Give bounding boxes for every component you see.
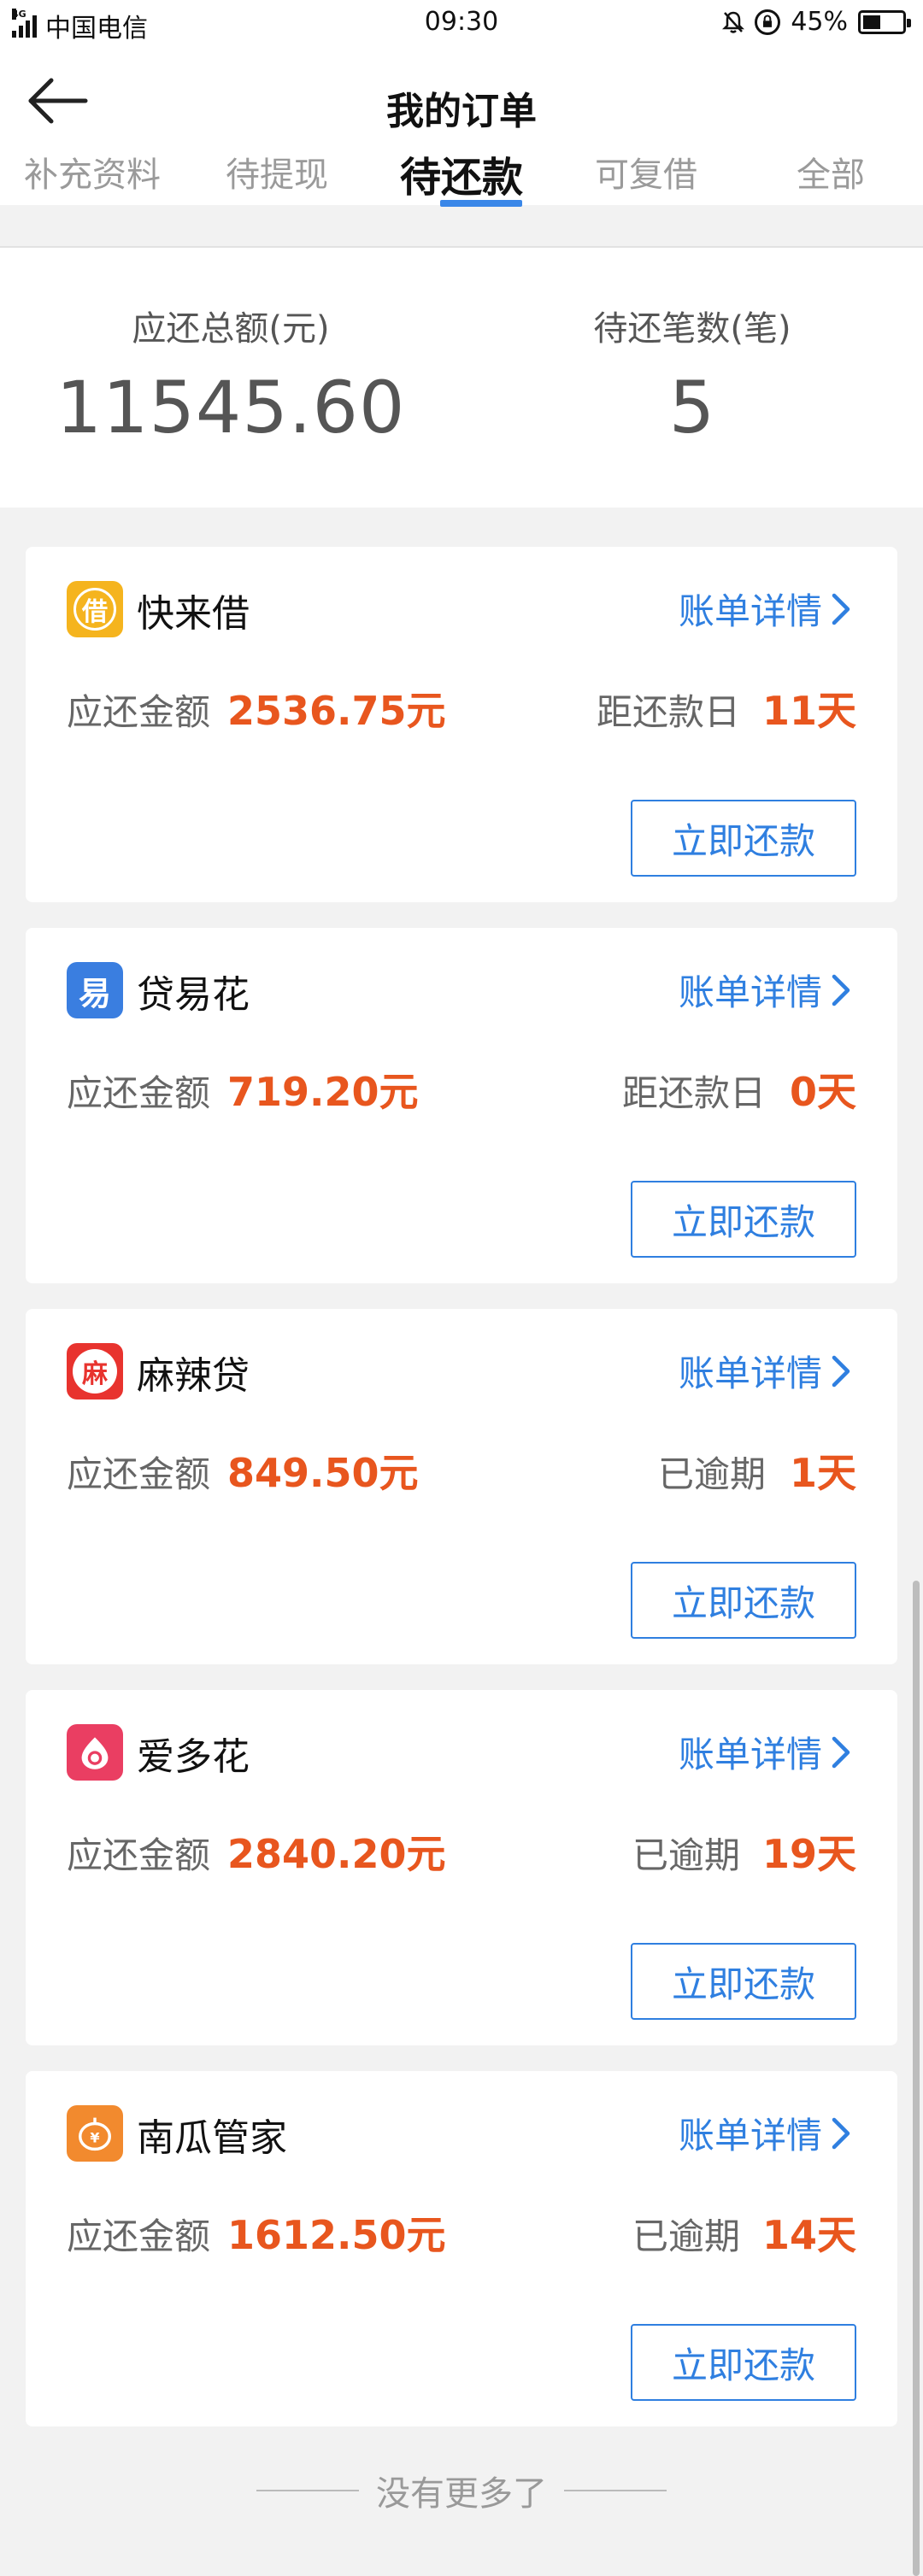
amount-due-value: 2840.20元 <box>227 1831 446 1877</box>
bill-detail-link[interactable]: 账单详情 <box>679 964 851 1016</box>
repay-now-button[interactable]: 立即还款 <box>631 2324 856 2401</box>
no-more-indicator: 没有更多了 <box>0 2466 923 2515</box>
pending-count-block: 待还笔数(笔) 5 <box>462 301 923 449</box>
battery-percent: 45% <box>791 7 848 37</box>
aiduohua-logo-icon <box>67 1724 123 1781</box>
bill-detail-link[interactable]: 账单详情 <box>679 1726 851 1778</box>
maladai-logo-icon: 麻 <box>67 1343 123 1399</box>
chevron-right-icon <box>832 593 850 625</box>
svg-text:¥: ¥ <box>90 2129 100 2145</box>
pending-count-value: 5 <box>668 366 716 449</box>
repay-now-button[interactable]: 立即还款 <box>631 1181 856 1258</box>
repay-now-button[interactable]: 立即还款 <box>631 1562 856 1639</box>
bill-detail-label: 账单详情 <box>678 1353 822 1394</box>
kuailaijie-logo-icon: 借 <box>67 581 123 637</box>
lender-name: 南瓜管家 <box>137 2116 287 2160</box>
amount-due-label: 应还金额 <box>67 691 211 733</box>
tab-reborrowable[interactable]: 可复借 <box>554 144 738 205</box>
due-status-label: 距还款日 <box>596 691 740 733</box>
divider-line <box>256 2490 359 2491</box>
chevron-right-icon <box>832 1736 850 1768</box>
tab-pending-repayment[interactable]: 待还款 <box>369 144 554 207</box>
total-due-value: 11545.60 <box>56 366 406 449</box>
due-status-value: 14天 <box>761 2212 856 2258</box>
due-status-label: 已逾期 <box>632 2215 740 2257</box>
amount-due-value: 2536.75元 <box>227 688 446 734</box>
chevron-right-icon <box>832 2117 850 2149</box>
tab-bar: 补充资料 待提现 待还款 可复借 全部 <box>0 144 923 207</box>
status-right: 45% <box>722 7 911 37</box>
total-due-block: 应还总额(元) 11545.60 <box>0 301 462 449</box>
divider-line <box>564 2490 667 2491</box>
bill-detail-label: 账单详情 <box>678 590 822 632</box>
lender-name: 爱多花 <box>137 1735 250 1779</box>
logo-char: 易 <box>78 974 111 1012</box>
no-more-text: 没有更多了 <box>376 2474 547 2514</box>
amount-due-value: 849.50元 <box>227 1450 419 1496</box>
amount-due-label: 应还金额 <box>67 1453 211 1495</box>
due-status-value: 19天 <box>761 1831 856 1877</box>
logo-char: 借 <box>73 588 116 631</box>
due-status-label: 已逾期 <box>657 1453 766 1495</box>
amount-due-label: 应还金额 <box>67 1834 211 1876</box>
lender-name: 快来借 <box>137 592 250 636</box>
bill-detail-label: 账单详情 <box>678 2115 822 2156</box>
scrollbar[interactable] <box>913 1581 920 2576</box>
repay-now-button[interactable]: 立即还款 <box>631 800 856 877</box>
bill-detail-label: 账单详情 <box>678 971 822 1013</box>
daiyihua-logo-icon: 易 <box>67 962 123 1018</box>
due-status-value: 1天 <box>789 1450 856 1496</box>
status-bar: 4G 中国电信 09:30 45% <box>0 0 923 50</box>
repayment-summary: 应还总额(元) 11545.60 待还笔数(笔) 5 <box>0 248 923 508</box>
order-card: 借 快来借 账单详情 应还金额 2536.75元 距还款日 11天 立即还款 <box>26 547 897 902</box>
tab-supplement-info[interactable]: 补充资料 <box>0 144 185 205</box>
page-title: 我的订单 <box>386 90 537 133</box>
order-card: 爱多花 账单详情 应还金额 2840.20元 已逾期 19天 立即还款 <box>26 1690 897 2045</box>
amount-due-value: 1612.50元 <box>227 2212 446 2258</box>
due-status-value: 0天 <box>789 1069 856 1115</box>
lender-name: 麻辣贷 <box>137 1354 250 1398</box>
tab-pending-withdrawal[interactable]: 待提现 <box>185 144 369 205</box>
chevron-right-icon <box>832 974 850 1006</box>
bill-detail-label: 账单详情 <box>678 1734 822 1775</box>
lender-name: 贷易花 <box>137 973 250 1017</box>
bell-muted-icon <box>722 11 745 33</box>
logo-char: 麻 <box>73 1349 117 1394</box>
order-card: ¥ 南瓜管家 账单详情 应还金额 1612.50元 已逾期 14天 立即还款 <box>26 2071 897 2426</box>
bill-detail-link[interactable]: 账单详情 <box>679 583 851 635</box>
order-card: 易 贷易花 账单详情 应还金额 719.20元 距还款日 0天 立即还款 <box>26 928 897 1283</box>
tab-all[interactable]: 全部 <box>738 144 923 205</box>
due-status-label: 已逾期 <box>632 1834 740 1876</box>
due-status-value: 11天 <box>761 688 856 734</box>
bill-detail-link[interactable]: 账单详情 <box>679 2107 851 2159</box>
header: 我的订单 补充资料 待提现 待还款 可复借 全部 <box>0 50 923 207</box>
nanguaguanjia-logo-icon: ¥ <box>67 2105 123 2162</box>
due-status-label: 距还款日 <box>621 1072 766 1114</box>
repay-now-button[interactable]: 立即还款 <box>631 1943 856 2020</box>
order-card: 麻 麻辣贷 账单详情 应还金额 849.50元 已逾期 1天 立即还款 <box>26 1309 897 1664</box>
pending-count-label: 待还笔数(笔) <box>593 309 791 349</box>
rotation-lock-icon <box>755 9 781 35</box>
amount-due-value: 719.20元 <box>227 1069 419 1115</box>
bill-detail-link[interactable]: 账单详情 <box>679 1345 851 1397</box>
total-due-label: 应还总额(元) <box>132 309 330 349</box>
amount-due-label: 应还金额 <box>67 2215 211 2257</box>
battery-icon <box>858 9 911 34</box>
chevron-right-icon <box>832 1355 850 1387</box>
amount-due-label: 应还金额 <box>67 1072 211 1114</box>
